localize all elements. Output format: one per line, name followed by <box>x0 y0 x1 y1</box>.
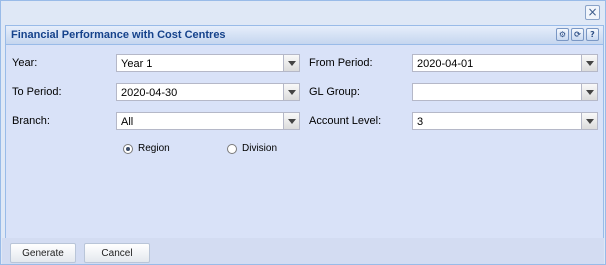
gear-icon[interactable]: ⚙ <box>556 28 569 41</box>
chevron-down-icon[interactable] <box>283 55 299 71</box>
account-level-value: 3 <box>417 116 424 128</box>
branch-select[interactable]: All <box>116 112 300 130</box>
button-bar: Generate Cancel <box>2 238 604 264</box>
cancel-button[interactable]: Cancel <box>84 243 150 263</box>
from-period-select[interactable]: 2020-04-01 <box>412 54 598 72</box>
to-period-select[interactable]: 2020-04-30 <box>116 83 300 101</box>
year-value: Year 1 <box>121 58 153 70</box>
report-window: × Financial Performance with Cost Centre… <box>0 0 606 265</box>
gl-group-select[interactable] <box>412 83 598 101</box>
account-level-label: Account Level: <box>309 115 382 127</box>
panel-header: Financial Performance with Cost Centres … <box>6 26 603 45</box>
help-icon[interactable]: ? <box>586 28 599 41</box>
radio-region[interactable]: Region <box>123 143 170 154</box>
chevron-down-icon[interactable] <box>581 55 597 71</box>
year-select[interactable]: Year 1 <box>116 54 300 72</box>
generate-button[interactable]: Generate <box>10 243 76 263</box>
to-period-value: 2020-04-30 <box>121 87 178 99</box>
radio-division[interactable]: Division <box>227 143 277 154</box>
from-period-label: From Period: <box>309 57 373 69</box>
gl-group-label: GL Group: <box>309 86 360 98</box>
branch-label: Branch: <box>12 115 50 127</box>
chevron-down-icon[interactable] <box>283 84 299 100</box>
radio-region-label: Region <box>138 143 170 154</box>
report-panel: Financial Performance with Cost Centres … <box>5 25 604 239</box>
chevron-down-icon[interactable] <box>581 113 597 129</box>
panel-title: Financial Performance with Cost Centres <box>11 29 226 41</box>
to-period-label: To Period: <box>12 86 62 98</box>
close-icon[interactable]: × <box>585 5 600 20</box>
radio-division-label: Division <box>242 143 278 154</box>
from-period-value: 2020-04-01 <box>417 58 474 70</box>
panel-tools: ⚙ ⟳ ? <box>556 28 599 41</box>
branch-value: All <box>121 116 134 128</box>
radio-division-button[interactable] <box>227 143 237 154</box>
refresh-icon[interactable]: ⟳ <box>571 28 584 41</box>
chevron-down-icon[interactable] <box>581 84 597 100</box>
account-level-select[interactable]: 3 <box>412 112 598 130</box>
year-label: Year: <box>12 57 38 69</box>
chevron-down-icon[interactable] <box>283 113 299 129</box>
radio-region-button[interactable] <box>123 143 133 154</box>
